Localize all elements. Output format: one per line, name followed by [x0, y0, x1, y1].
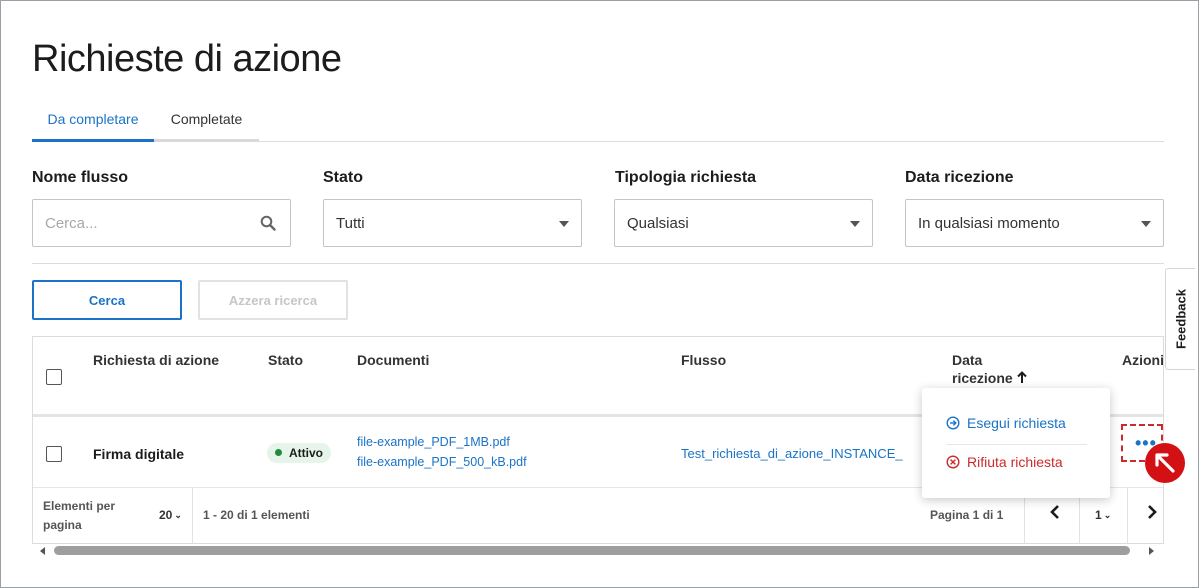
menu-item-reject-label: Rifiuta richiesta [967, 454, 1063, 470]
tabs-bar: Da completare Completate [32, 104, 1164, 142]
tab-da-completare[interactable]: Da completare [32, 104, 154, 142]
chevron-down-icon: ⌄ [1103, 510, 1112, 520]
feedback-tab[interactable]: Feedback [1165, 268, 1195, 370]
range-text: 1 - 20 di 1 elementi [203, 508, 310, 522]
reset-search-button[interactable]: Azzera ricerca [198, 280, 348, 320]
next-page-icon[interactable] [1146, 504, 1158, 525]
divider [192, 488, 193, 543]
document-link-1[interactable]: file-example_PDF_1MB.pdf [357, 435, 510, 449]
per-page-label-line2: pagina [43, 518, 82, 532]
col-data-line1: Data [952, 352, 983, 368]
per-page-label: Elementi per pagina [43, 497, 115, 535]
scroll-left-icon[interactable] [40, 547, 45, 555]
document-link-2[interactable]: file-example_PDF_500_kB.pdf [357, 455, 527, 469]
select-all-checkbox[interactable] [46, 369, 62, 385]
stato-select-value: Tutti [336, 215, 365, 232]
sort-up-arrow-icon [1016, 370, 1027, 388]
filter-label-tipologia: Tipologia richiesta [615, 169, 757, 186]
divider [1127, 488, 1128, 543]
col-azioni: Azioni [1122, 352, 1164, 368]
page-select[interactable]: 1 ⌄ [1095, 506, 1111, 525]
page-title: Richieste di azione [32, 38, 342, 80]
search-input[interactable] [33, 200, 253, 246]
chevron-down-icon: ⌄ [174, 510, 182, 520]
horizontal-scrollbar[interactable] [32, 544, 1164, 558]
search-field [32, 199, 291, 247]
col-data-ricezione[interactable]: Data ricezione [952, 351, 1027, 388]
col-flusso: Flusso [681, 352, 727, 368]
row-request-name: Firma digitale [93, 446, 185, 462]
caret-down-icon [1141, 221, 1151, 227]
search-icon[interactable] [260, 215, 276, 236]
filter-label-stato: Stato [323, 169, 363, 186]
col-stato: Stato [268, 352, 303, 368]
status-dot-icon [275, 449, 282, 456]
feedback-label: Feedback [1173, 289, 1188, 349]
stato-select[interactable]: Tutti [323, 199, 582, 247]
divider [32, 263, 1164, 264]
data-select[interactable]: In qualsiasi momento [905, 199, 1164, 247]
row-checkbox[interactable] [46, 446, 62, 462]
cursor-indicator [1145, 443, 1185, 483]
status-badge-label: Attivo [289, 446, 323, 460]
scroll-right-icon[interactable] [1149, 547, 1154, 555]
caret-down-icon [559, 221, 569, 227]
scrollbar-thumb[interactable] [54, 546, 1130, 555]
filter-label-data: Data ricezione [905, 169, 1014, 186]
per-page-select[interactable]: 20 ⌄ [159, 506, 182, 525]
tab-completate[interactable]: Completate [154, 104, 259, 142]
prev-page-icon[interactable] [1049, 504, 1061, 525]
x-circle-icon [946, 455, 960, 469]
filter-label-nome-flusso: Nome flusso [32, 169, 129, 186]
menu-item-reject[interactable]: Rifiuta richiesta [946, 454, 1063, 470]
per-page-label-line1: Elementi per [43, 499, 116, 513]
flow-link[interactable]: Test_richiesta_di_azione_INSTANCE_ [681, 446, 903, 461]
arrow-up-left-icon [1155, 453, 1175, 473]
data-select-value: In qualsiasi momento [918, 215, 1060, 232]
search-button[interactable]: Cerca [32, 280, 182, 320]
actions-menu: Esegui richiesta Rifiuta richiesta [922, 388, 1110, 498]
menu-item-execute[interactable]: Esegui richiesta [946, 415, 1066, 431]
tipologia-select-value: Qualsiasi [627, 215, 689, 232]
per-page-value: 20 [159, 508, 173, 522]
col-documenti: Documenti [357, 352, 430, 368]
menu-divider [946, 444, 1087, 445]
page-select-value: 1 [1095, 508, 1102, 522]
col-richiesta: Richiesta di azione [93, 352, 220, 368]
status-badge: Attivo [267, 443, 331, 463]
menu-item-execute-label: Esegui richiesta [967, 415, 1066, 431]
page-info: Pagina 1 di 1 [930, 508, 1004, 522]
tipologia-select[interactable]: Qualsiasi [614, 199, 873, 247]
col-data-line2: ricezione [952, 370, 1013, 386]
arrow-right-circle-icon [946, 416, 960, 430]
caret-down-icon [850, 221, 860, 227]
